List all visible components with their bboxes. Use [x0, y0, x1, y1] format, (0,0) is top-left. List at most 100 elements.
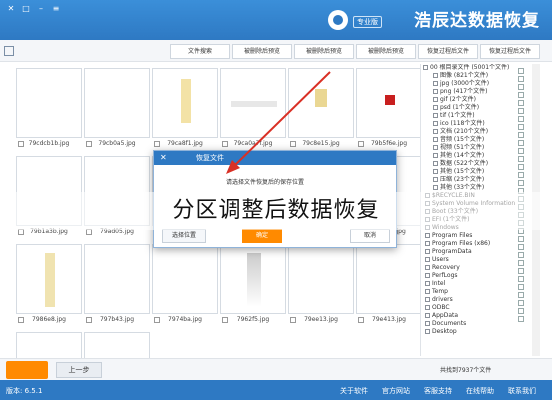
minimize-window-icon[interactable]: –: [36, 4, 46, 13]
tree-item[interactable]: 其他 (15个文件): [421, 168, 530, 176]
toolbar-button-3[interactable]: 被删除后预览: [356, 44, 416, 59]
file-tile[interactable]: 79cdcb1b.jpg: [16, 68, 82, 152]
tree-checkbox[interactable]: [433, 185, 438, 190]
tree-checkbox[interactable]: [425, 265, 430, 270]
file-tile[interactable]: 7986e8.jpg: [16, 244, 82, 328]
tree-checkbox[interactable]: [425, 273, 430, 278]
file-tile[interactable]: 7974ba.jpg: [152, 244, 218, 328]
grid-view-icon[interactable]: [4, 46, 14, 56]
tree-item[interactable]: PerfLogs: [421, 272, 530, 280]
file-tile[interactable]: 79ee13.jpg: [288, 244, 354, 328]
toolbar-button-4[interactable]: 被删除后预览: [294, 44, 354, 59]
status-link-website[interactable]: 官方网站: [382, 386, 410, 396]
tree-item[interactable]: Temp: [421, 288, 530, 296]
tree-checkbox[interactable]: [433, 89, 438, 94]
tree-item[interactable]: jpg (3000个文件): [421, 80, 530, 88]
maximize-window-icon[interactable]: □: [21, 4, 31, 13]
tree-checkbox[interactable]: [433, 97, 438, 102]
tree-checkbox[interactable]: [425, 281, 430, 286]
tree-checkbox[interactable]: [433, 81, 438, 86]
tree-item[interactable]: ODBC: [421, 304, 530, 312]
tree-checkbox[interactable]: [433, 161, 438, 166]
file-name: 79e413.jpg: [372, 316, 406, 323]
tree-item[interactable]: 压缩 (23个文件): [421, 176, 530, 184]
tree-checkbox[interactable]: [425, 249, 430, 254]
dialog-ok-button[interactable]: 确定: [242, 229, 282, 243]
dialog-cancel-button[interactable]: 取消: [350, 229, 390, 243]
close-window-icon[interactable]: ✕: [6, 4, 16, 13]
tree-item[interactable]: Recovery: [421, 264, 530, 272]
tree-item[interactable]: drivers: [421, 296, 530, 304]
tree-checkbox[interactable]: [425, 305, 430, 310]
file-tile[interactable]: 79ca0a7f.jpg: [220, 68, 286, 152]
file-name: 797b43.jpg: [99, 316, 135, 323]
tree-checkbox[interactable]: [433, 177, 438, 182]
home-button[interactable]: [6, 361, 48, 379]
dialog-choose-location-button[interactable]: 选择位置: [162, 229, 206, 243]
tree-checkbox[interactable]: [425, 233, 430, 238]
toolbar-button-2[interactable]: 恢复过程后文件: [418, 44, 478, 59]
toolbar-button-5[interactable]: 被删除后预览: [232, 44, 292, 59]
tree-item-label: ProgramData: [432, 248, 472, 255]
tree-item[interactable]: 数据 (522个文件): [421, 160, 530, 168]
file-tile[interactable]: 79ca8f1.jpg: [152, 68, 218, 152]
tree-item[interactable]: ProgramData: [421, 248, 530, 256]
menu-icon[interactable]: ≡: [51, 4, 61, 13]
tree-item[interactable]: 图像 (821个文件): [421, 72, 530, 80]
tree-item[interactable]: Desktop: [421, 328, 530, 336]
file-tile[interactable]: 79c8e15.jpg: [288, 68, 354, 152]
status-link-about[interactable]: 关于软件: [340, 386, 368, 396]
tree-item[interactable]: Program Files: [421, 232, 530, 240]
version-label: 版本: 6.5.1: [6, 387, 43, 395]
status-link-support[interactable]: 客服支持: [424, 386, 452, 396]
tree-item[interactable]: AppData: [421, 312, 530, 320]
tree-item[interactable]: gif (2个文件): [421, 96, 530, 104]
tree-item[interactable]: 音频 (15个文件): [421, 136, 530, 144]
tree-item[interactable]: tif (1个文件): [421, 112, 530, 120]
tree-checkbox[interactable]: [425, 321, 430, 326]
file-thumbnail: [16, 68, 82, 138]
tree-checkbox[interactable]: [425, 313, 430, 318]
tree-item[interactable]: 其他 (14个文件): [421, 152, 530, 160]
back-button[interactable]: 上一步: [56, 362, 102, 378]
tree-checkbox[interactable]: [423, 65, 428, 70]
tree-checkbox[interactable]: [425, 241, 430, 246]
tree-checkbox[interactable]: [433, 153, 438, 158]
file-thumbnail: [356, 68, 422, 138]
tree-checkbox[interactable]: [425, 297, 430, 302]
tree-checkbox[interactable]: [433, 145, 438, 150]
file-tile[interactable]: 797b43.jpg: [84, 244, 150, 328]
tree-item-label: ico (118个文件): [440, 120, 485, 127]
tree-checkbox[interactable]: [433, 121, 438, 126]
tree-checkbox[interactable]: [433, 113, 438, 118]
file-tile[interactable]: 7962f5.jpg: [220, 244, 286, 328]
tree-item[interactable]: 文档 (210个文件): [421, 128, 530, 136]
tree-item[interactable]: 视频 (51个文件): [421, 144, 530, 152]
tree-checkbox[interactable]: [433, 129, 438, 134]
status-link-contact[interactable]: 联系我们: [508, 386, 536, 396]
tree-item[interactable]: psd (1个文件): [421, 104, 530, 112]
tree-item[interactable]: ico (118个文件): [421, 120, 530, 128]
tree-item-label: Recovery: [432, 264, 460, 271]
tree-item[interactable]: 00 根目录文件 (5001个文件): [421, 64, 530, 72]
tree-item[interactable]: png (417个文件): [421, 88, 530, 96]
tree-checkbox[interactable]: [433, 73, 438, 78]
tree-item[interactable]: 其他 (33个文件): [421, 184, 530, 192]
tree-checkbox[interactable]: [425, 329, 430, 334]
tree-item[interactable]: Documents: [421, 320, 530, 328]
file-tile[interactable]: 79b5f6e.jpg: [356, 68, 422, 152]
tree-item[interactable]: Users: [421, 256, 530, 264]
dialog-close-icon[interactable]: ✕: [160, 151, 167, 165]
tree-checkbox[interactable]: [425, 257, 430, 262]
tree-checkbox[interactable]: [433, 105, 438, 110]
toolbar-button-1[interactable]: 恢复过程后文件: [480, 44, 540, 59]
tree-item[interactable]: Intel: [421, 280, 530, 288]
file-tile[interactable]: 79cb0a5.jpg: [84, 68, 150, 152]
toolbar-button-6[interactable]: 文件搜索: [170, 44, 230, 59]
tree-checkbox[interactable]: [425, 289, 430, 294]
tree-checkbox[interactable]: [433, 137, 438, 142]
tree-checkbox[interactable]: [433, 169, 438, 174]
status-link-help[interactable]: 在线帮助: [466, 386, 494, 396]
file-tile[interactable]: 79e413.jpg: [356, 244, 422, 328]
tree-item[interactable]: Program Files (x86): [421, 240, 530, 248]
